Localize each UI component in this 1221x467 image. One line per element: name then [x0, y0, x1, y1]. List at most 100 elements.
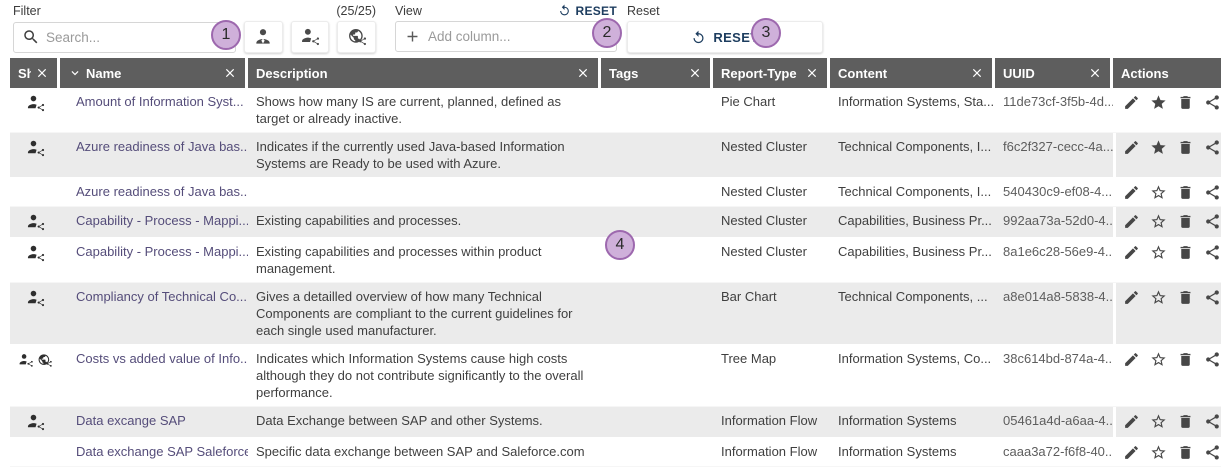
favorite-button[interactable]	[1150, 351, 1167, 401]
favorite-button[interactable]	[1150, 413, 1167, 432]
favorite-button[interactable]	[1150, 213, 1167, 232]
report-name-link[interactable]: Azure readiness of Java bas...	[60, 133, 248, 177]
delete-button[interactable]	[1177, 351, 1194, 401]
report-type-cell: Tree Map	[713, 345, 830, 406]
edit-button[interactable]	[1123, 289, 1140, 339]
edit-button[interactable]	[1123, 213, 1140, 232]
column-header-uuid[interactable]: UUID	[995, 58, 1113, 88]
filter-section: Filter (25/25)	[13, 3, 376, 54]
delete-button[interactable]	[1177, 289, 1194, 339]
share-button[interactable]	[1204, 289, 1221, 339]
delete-button[interactable]	[1177, 184, 1194, 201]
share-button[interactable]	[1204, 351, 1221, 401]
filter-shared-with-user-button[interactable]	[291, 21, 330, 53]
column-header-share[interactable]: Sh...	[10, 58, 60, 88]
remove-column-icon[interactable]	[1088, 66, 1102, 80]
report-name-link[interactable]: Capability - Process - Mappi...	[60, 207, 248, 237]
favorite-icon	[1150, 289, 1167, 306]
search-input[interactable]	[46, 30, 227, 45]
delete-button[interactable]	[1177, 244, 1194, 277]
report-type-cell: Bar Chart	[713, 283, 830, 344]
report-type-cell: Pie Chart	[713, 88, 830, 132]
search-icon	[22, 28, 40, 46]
column-header-tags[interactable]: Tags	[601, 58, 713, 88]
close-icon	[688, 66, 702, 80]
delete-icon	[1177, 184, 1194, 201]
report-name-link[interactable]: Data excange SAP	[60, 407, 248, 437]
column-header-report_type[interactable]: Report-Type	[713, 58, 830, 88]
close-icon	[805, 66, 819, 80]
delete-icon	[1177, 351, 1194, 368]
favorite-button[interactable]	[1150, 139, 1167, 172]
delete-icon	[1177, 289, 1194, 306]
share-status-cell	[10, 238, 60, 282]
favorite-button[interactable]	[1150, 244, 1167, 277]
filter-by-owner-button[interactable]	[244, 21, 283, 53]
table-row: Compliancy of Technical Co...Gives a det…	[10, 283, 1221, 345]
share-status-cell	[10, 345, 60, 406]
uuid-cell: f6c2f327-cecc-4a...	[995, 133, 1113, 177]
add-column-dropdown[interactable]: Add column...	[395, 21, 617, 52]
report-name-link[interactable]: Compliancy of Technical Co...	[60, 283, 248, 344]
annotation-circle-1: 1	[211, 20, 241, 50]
share-button[interactable]	[1204, 244, 1221, 277]
delete-button[interactable]	[1177, 213, 1194, 232]
user-share-icon	[26, 139, 45, 158]
report-type-cell: Information Flow	[713, 407, 830, 437]
share-button[interactable]	[1204, 139, 1221, 172]
delete-button[interactable]	[1177, 94, 1194, 127]
share-button[interactable]	[1204, 94, 1221, 127]
filter-label: Filter	[13, 4, 41, 18]
remove-column-icon[interactable]	[576, 66, 590, 80]
edit-button[interactable]	[1123, 94, 1140, 127]
share-status-cell	[10, 178, 60, 206]
report-name-link[interactable]: Amount of Information Syst...	[60, 88, 248, 132]
column-header-description[interactable]: Description	[248, 58, 601, 88]
favorite-button[interactable]	[1150, 184, 1167, 201]
result-count: (25/25)	[336, 4, 376, 18]
remove-column-icon[interactable]	[805, 66, 819, 80]
edit-button[interactable]	[1123, 351, 1140, 401]
table-row: Data exchange SAP SaleforceSpecific data…	[10, 438, 1221, 467]
report-name-link[interactable]: Azure readiness of Java bas...	[60, 178, 248, 206]
description-cell: Indicates which Information Systems caus…	[248, 345, 601, 406]
filter-shared-globally-button[interactable]	[337, 21, 376, 53]
report-type-cell: Nested Cluster	[713, 133, 830, 177]
edit-button[interactable]	[1123, 413, 1140, 432]
close-icon	[223, 66, 237, 80]
search-box[interactable]	[13, 22, 236, 53]
report-name-link[interactable]: Capability - Process - Mappi...	[60, 238, 248, 282]
share-button[interactable]	[1204, 213, 1221, 232]
edit-button[interactable]	[1123, 244, 1140, 277]
column-header-actions[interactable]: Actions	[1113, 58, 1221, 88]
remove-column-icon[interactable]	[970, 66, 984, 80]
column-header-content[interactable]: Content	[830, 58, 995, 88]
uuid-cell: 992aa73a-52d0-4...	[995, 207, 1113, 237]
favorite-button[interactable]	[1150, 94, 1167, 127]
content-cell: Technical Components, ...	[830, 283, 995, 344]
table-body: Amount of Information Syst...Shows how m…	[10, 88, 1221, 467]
report-name-link[interactable]: Data exchange SAP Saleforce	[60, 438, 248, 466]
share-status-cell	[10, 88, 60, 132]
remove-column-icon[interactable]	[688, 66, 702, 80]
close-icon	[1088, 66, 1102, 80]
table-row: Azure readiness of Java bas...Nested Clu…	[10, 178, 1221, 207]
edit-button[interactable]	[1123, 139, 1140, 172]
edit-icon	[1123, 351, 1140, 368]
actions-cell	[1113, 178, 1221, 206]
remove-column-icon[interactable]	[223, 66, 237, 80]
edit-button[interactable]	[1123, 184, 1140, 201]
delete-button[interactable]	[1177, 413, 1194, 432]
column-label: Report-Type	[721, 66, 797, 81]
column-header-name[interactable]: Name	[60, 58, 248, 88]
reset-button[interactable]: RESET	[627, 21, 823, 53]
view-reset-link[interactable]: RESET	[558, 4, 617, 18]
favorite-button[interactable]	[1150, 289, 1167, 339]
share-button[interactable]	[1204, 184, 1221, 201]
delete-button[interactable]	[1177, 139, 1194, 172]
remove-column-icon[interactable]	[35, 66, 49, 80]
report-type-cell: Nested Cluster	[713, 238, 830, 282]
report-name-link[interactable]: Costs vs added value of Info...	[60, 345, 248, 406]
share-button[interactable]	[1204, 413, 1221, 432]
user-share-icon	[26, 289, 45, 308]
